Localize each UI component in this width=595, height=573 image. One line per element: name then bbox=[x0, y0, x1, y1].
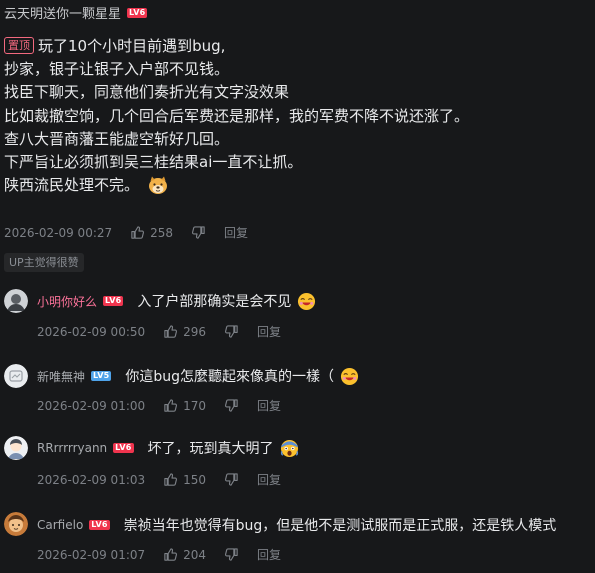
thumbs-down-icon bbox=[225, 399, 238, 412]
reply-meta: 2026-02-09 01:03 150 回复 bbox=[37, 471, 281, 488]
main-comment-header: 云天明送你一颗星星 LV6 bbox=[4, 3, 148, 22]
reply-button[interactable]: 回复 bbox=[257, 471, 281, 488]
like-count: 204 bbox=[183, 547, 207, 562]
comment-date: 2026-02-09 01:00 bbox=[37, 398, 146, 413]
comment-line: 抄家，银子让银子入户部不见钱。 bbox=[4, 60, 230, 79]
reply-username[interactable]: Carfielo bbox=[37, 518, 83, 532]
reply-text: 你這bug怎麼聽起來像真的一樣（ bbox=[125, 369, 335, 385]
up-liked-badge: UP主觉得很赞 bbox=[4, 253, 84, 272]
dislike-button[interactable] bbox=[224, 324, 239, 339]
pinned-tag: 置顶 bbox=[4, 37, 34, 54]
reply-header: RRrrrrryann LV6 坏了，玩到真大明了 bbox=[37, 438, 299, 458]
main-comment-username[interactable]: 云天明送你一颗星星 bbox=[4, 3, 121, 22]
reply-username[interactable]: 小明你好么 bbox=[37, 293, 97, 310]
reply-text: 坏了，玩到真大明了 bbox=[147, 441, 274, 457]
level-badge: LV5 bbox=[91, 371, 112, 381]
thumbs-down-icon bbox=[225, 548, 238, 561]
comment-line: 比如裁撤空饷，几个回合后军费还是那样，我的军费不降不说还涨了。 bbox=[4, 106, 470, 125]
comment-thread: 云天明送你一颗星星 LV6 置顶 玩了10个小时目前遇到bug, 抄家，银子让银子… bbox=[0, 0, 595, 573]
level-badge: LV6 bbox=[127, 7, 148, 18]
reply-button[interactable]: 回复 bbox=[257, 323, 281, 340]
comment-date: 2026-02-09 00:27 bbox=[4, 225, 113, 240]
level-badge: LV6 bbox=[89, 520, 110, 530]
reply-header: 小明你好么 LV6 入了户部那确实是会不见 bbox=[37, 291, 316, 311]
reply-button[interactable]: 回复 bbox=[224, 224, 248, 241]
scared-emoji bbox=[280, 439, 298, 457]
like-button[interactable]: 204 bbox=[163, 547, 206, 562]
level-badge: LV6 bbox=[113, 443, 134, 453]
thumbs-up-icon bbox=[164, 325, 178, 338]
like-button[interactable]: 296 bbox=[163, 324, 206, 339]
avatar[interactable] bbox=[4, 436, 28, 460]
thumbs-up-icon bbox=[164, 548, 178, 561]
dislike-button[interactable] bbox=[191, 225, 206, 240]
reply-username[interactable]: RRrrrrryann bbox=[37, 441, 107, 455]
comment-line: 下严旨让必须抓到吴三桂结果ai一直不让抓。 bbox=[4, 153, 303, 172]
dislike-button[interactable] bbox=[224, 398, 239, 413]
avatar[interactable] bbox=[4, 364, 28, 388]
like-count: 296 bbox=[183, 324, 207, 339]
avatar[interactable] bbox=[4, 512, 28, 536]
thumbs-up-icon bbox=[164, 473, 178, 486]
like-button[interactable]: 170 bbox=[163, 398, 206, 413]
like-button[interactable]: 258 bbox=[130, 225, 173, 240]
reply-button[interactable]: 回复 bbox=[257, 546, 281, 563]
thumbs-down-icon bbox=[225, 325, 238, 338]
thumbs-up-icon bbox=[164, 399, 178, 412]
comment-line: 陕西流民处理不完。 bbox=[4, 176, 140, 195]
reply-header: Carfielo LV6 崇祯当年也觉得有bug，但是他不是测试服而是正式服，还… bbox=[37, 515, 556, 535]
like-count: 258 bbox=[150, 225, 174, 240]
reply-meta: 2026-02-09 00:50 296 回复 bbox=[37, 323, 281, 340]
comment-line: 查八大晋商藩王能虚空斩好几回。 bbox=[4, 129, 230, 148]
comment-line: 玩了10个小时目前遇到bug, bbox=[38, 37, 226, 55]
comment-line: 找臣下聊天，同意他们奏折光有文字没效果 bbox=[4, 83, 290, 102]
reply-header: 新唯無神 LV5 你這bug怎麼聽起來像真的一樣（ bbox=[37, 366, 359, 386]
thumbs-down-icon bbox=[192, 226, 205, 239]
dislike-button[interactable] bbox=[224, 547, 239, 562]
reply-meta: 2026-02-09 01:07 204 回复 bbox=[37, 546, 281, 563]
doge-emoji bbox=[148, 176, 167, 195]
comment-date: 2026-02-09 01:03 bbox=[37, 472, 146, 487]
reply-button[interactable]: 回复 bbox=[257, 397, 281, 414]
laughing-emoji bbox=[340, 367, 359, 385]
reply-text: 崇祯当年也觉得有bug，但是他不是测试服而是正式服，还是铁人模式 bbox=[123, 518, 557, 534]
like-count: 170 bbox=[183, 398, 207, 413]
comment-date: 2026-02-09 01:07 bbox=[37, 547, 146, 562]
thumbs-down-icon bbox=[225, 473, 238, 486]
reply-meta: 2026-02-09 01:00 170 回复 bbox=[37, 397, 281, 414]
avatar[interactable] bbox=[4, 289, 28, 313]
reply-text: 入了户部那确实是会不见 bbox=[137, 294, 292, 310]
main-comment-meta: 2026-02-09 00:27 258 回复 bbox=[4, 224, 248, 241]
dislike-button[interactable] bbox=[224, 472, 239, 487]
like-count: 150 bbox=[183, 472, 207, 487]
reply-username[interactable]: 新唯無神 bbox=[37, 368, 85, 385]
main-comment-body: 置顶 玩了10个小时目前遇到bug, 抄家，银子让银子入户部不见钱。 找臣下聊天，… bbox=[4, 35, 589, 197]
laughing-emoji bbox=[298, 292, 316, 310]
like-button[interactable]: 150 bbox=[163, 472, 206, 487]
level-badge: LV6 bbox=[103, 296, 124, 306]
comment-date: 2026-02-09 00:50 bbox=[37, 324, 146, 339]
thumbs-up-icon bbox=[131, 226, 145, 239]
